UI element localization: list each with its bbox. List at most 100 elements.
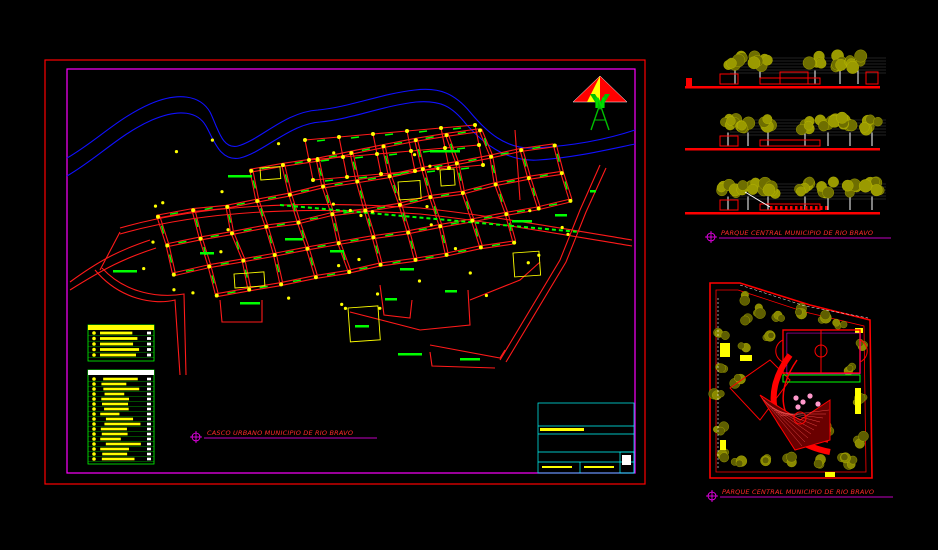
node [429, 223, 433, 227]
node [249, 168, 254, 173]
street [333, 212, 341, 242]
label-bar [228, 175, 252, 178]
flower-bed [793, 395, 799, 401]
inner-frame [66, 68, 636, 474]
street [280, 163, 289, 194]
node [381, 144, 386, 149]
park-elevations [685, 49, 886, 215]
lot [512, 250, 542, 278]
street [342, 156, 348, 178]
road [429, 344, 506, 359]
node [371, 235, 376, 240]
building [719, 135, 739, 147]
street [304, 139, 310, 161]
legend-count [147, 442, 151, 446]
ground-line [685, 148, 880, 151]
legend-dot [92, 437, 96, 441]
road [499, 164, 601, 361]
tree-canopy [822, 186, 835, 199]
node [526, 261, 530, 265]
node [336, 241, 341, 246]
node [214, 293, 219, 298]
park-tree [767, 332, 775, 339]
node [272, 252, 277, 257]
legend-count [147, 392, 151, 396]
node [413, 169, 417, 173]
node [473, 123, 477, 127]
legend-dot [92, 412, 96, 416]
legend-dot [92, 442, 96, 446]
node [420, 167, 425, 172]
legend-count [147, 412, 151, 416]
road [469, 261, 541, 301]
node [412, 153, 417, 157]
structure [865, 71, 879, 85]
road [514, 129, 521, 201]
node [559, 171, 564, 176]
node [305, 246, 310, 251]
label-bar [555, 214, 567, 217]
node [165, 243, 170, 248]
legend-text-bar [101, 457, 135, 461]
legend-dot [92, 427, 96, 431]
node [210, 138, 215, 142]
node [347, 269, 352, 274]
railing [825, 206, 828, 210]
street [406, 224, 439, 232]
park-tree [846, 364, 854, 372]
legend-text-bar [100, 412, 120, 416]
street [330, 212, 338, 242]
node [220, 190, 224, 194]
legend-count [147, 447, 151, 451]
structure [686, 78, 692, 86]
elevations-title: PARQUE CENTRAL MUNICIPIO DE RIO BRAVO [705, 229, 891, 243]
tree-canopy [747, 56, 761, 70]
node [526, 176, 531, 181]
node [536, 206, 541, 211]
elevations-title-text: PARQUE CENTRAL MUNICIPIO DE RIO BRAVO [721, 229, 873, 237]
block-marker [491, 243, 501, 247]
legend-count [147, 331, 151, 335]
legend-dot [92, 452, 96, 456]
street [275, 253, 284, 283]
railing [810, 206, 813, 210]
node [481, 163, 485, 167]
block-marker [457, 131, 466, 135]
block-marker [426, 170, 436, 173]
park-tree [777, 314, 785, 322]
street [493, 176, 528, 184]
street [478, 144, 484, 166]
tree-canopy [747, 183, 759, 195]
legend-text-bar [104, 407, 129, 411]
label-bar [400, 268, 414, 271]
north-letter: N [594, 96, 606, 112]
node [484, 293, 489, 298]
node [370, 210, 374, 214]
street [312, 176, 348, 181]
street [229, 231, 243, 260]
block-marker [276, 223, 285, 227]
legend-count [147, 377, 151, 381]
tree-canopy [854, 49, 868, 63]
node [443, 146, 447, 150]
park-plan-title: PARQUE CENTRAL MUNICIPIO DE RIO BRAVO [706, 488, 893, 502]
park-tree [735, 459, 744, 468]
park-tree [832, 318, 841, 327]
block-marker [384, 133, 394, 136]
park-tree [719, 452, 729, 463]
street [230, 227, 265, 236]
label-bar [240, 302, 260, 305]
street [406, 227, 439, 235]
legend-text-bar [102, 402, 129, 406]
label-bar [385, 298, 397, 301]
node [315, 156, 320, 161]
node [219, 250, 223, 254]
building [719, 199, 739, 211]
tree-canopy [762, 54, 773, 66]
street [387, 174, 399, 204]
legend-text-bar [100, 437, 121, 441]
node [477, 143, 481, 147]
node [321, 184, 326, 189]
park-tree [739, 295, 750, 306]
node [504, 212, 509, 217]
